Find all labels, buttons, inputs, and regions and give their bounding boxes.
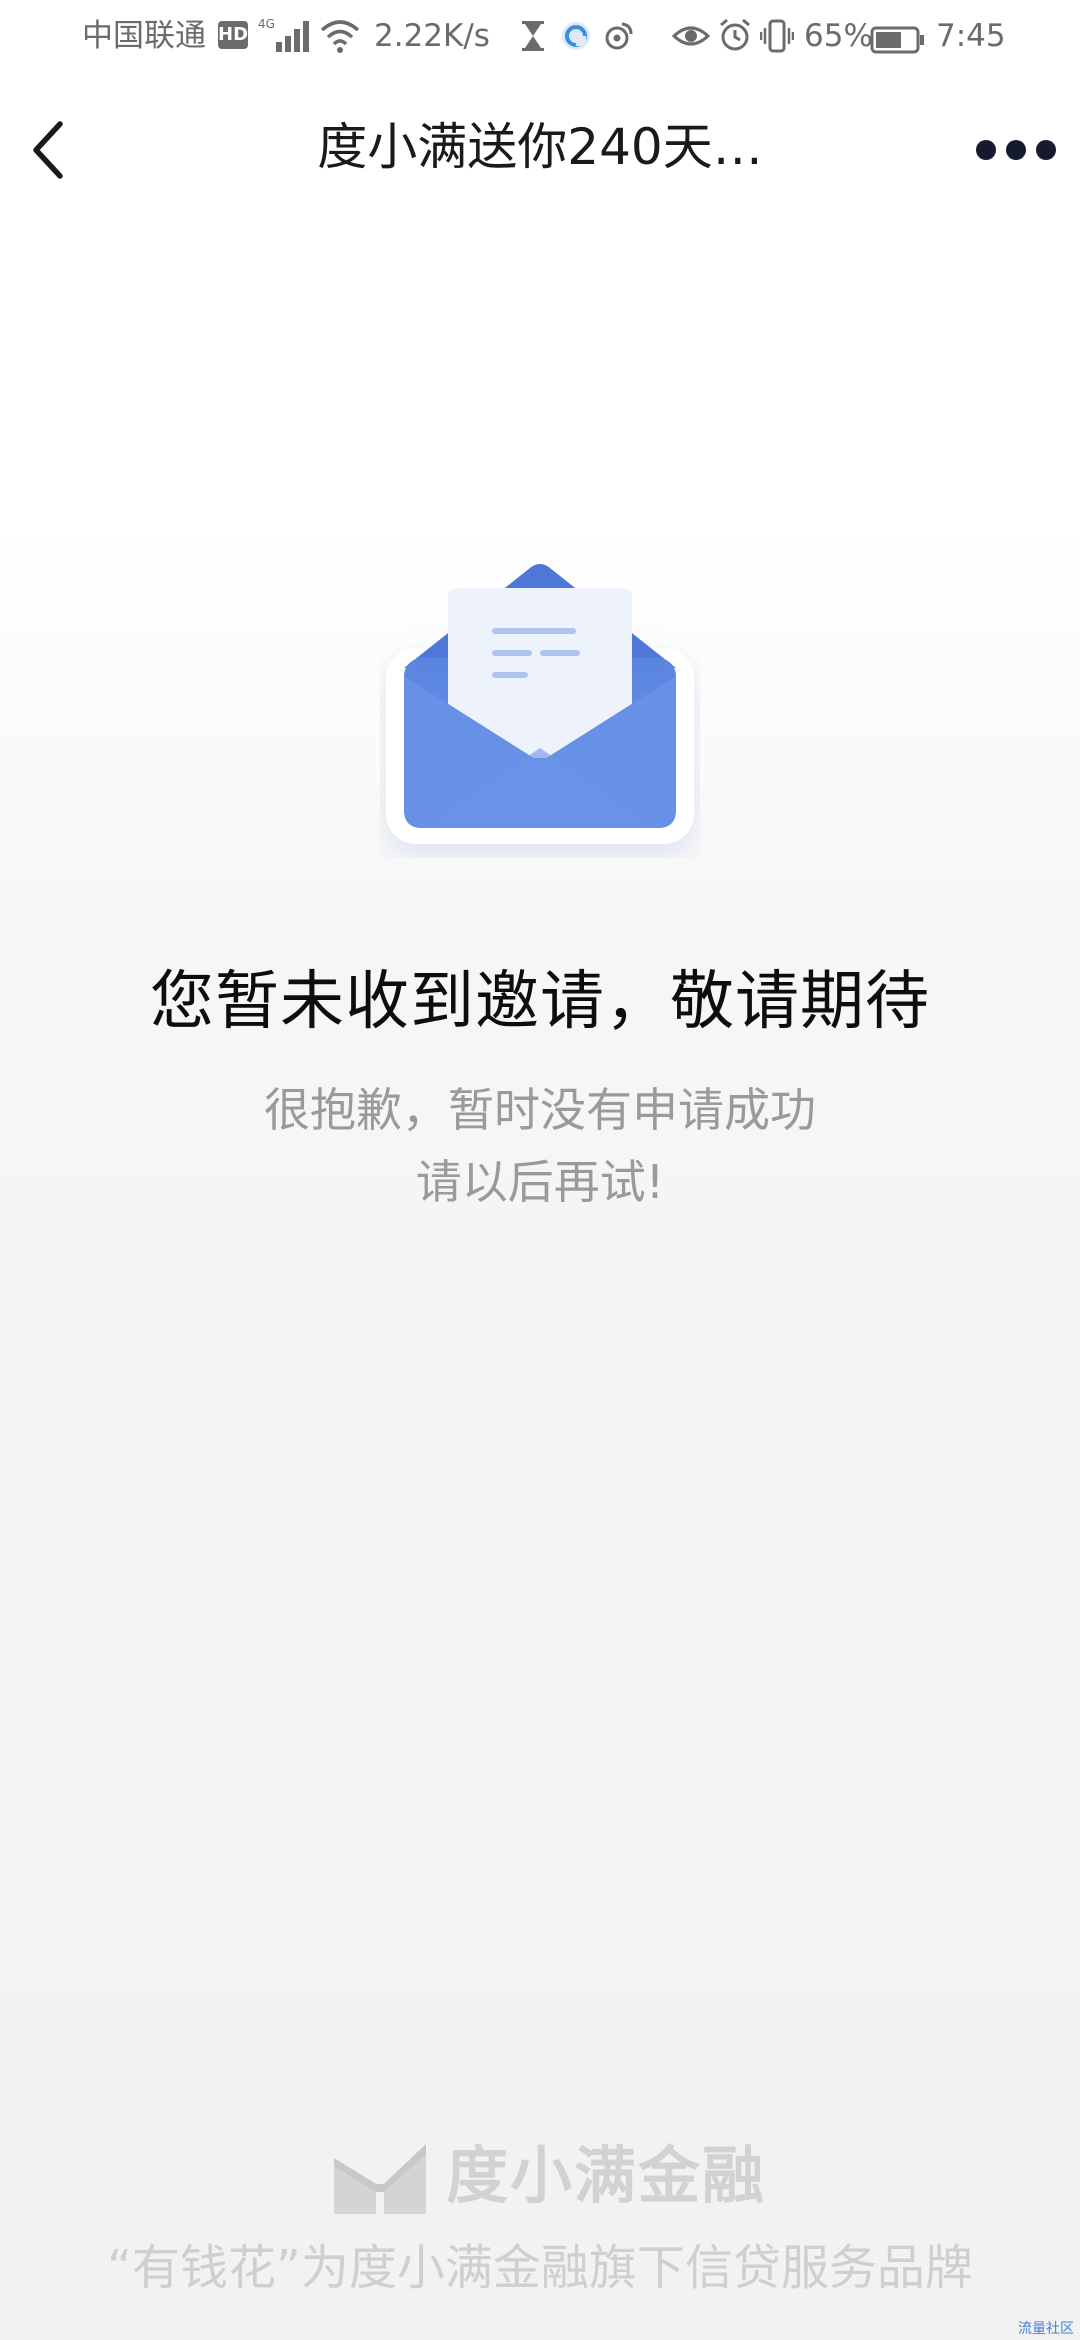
wifi-icon	[320, 18, 360, 54]
more-dot	[1006, 140, 1026, 160]
chevron-left-icon	[33, 121, 63, 179]
brand-logo: 度小满金融	[330, 2136, 766, 2216]
vibrate-icon	[759, 18, 795, 54]
app-notification-icon	[560, 20, 592, 52]
weibo-icon	[602, 20, 634, 52]
signal-icon: 4G	[258, 16, 312, 56]
alarm-icon	[718, 18, 752, 52]
empty-state-subtitle: 很抱歉，暂时没有申请成功	[264, 1083, 816, 1137]
more-button[interactable]	[976, 130, 1056, 170]
corner-watermark: 流量社区	[1018, 2321, 1074, 2337]
battery-icon	[870, 22, 926, 54]
brand-mark-icon	[334, 2144, 426, 2214]
brand-caption: “有钱花”为度小满金融旗下信贷服务品牌	[107, 2240, 973, 2296]
nav-bar: 度小满送你240天…	[0, 72, 1080, 232]
carrier-name: 中国联通	[82, 18, 206, 54]
back-button[interactable]	[22, 118, 74, 182]
battery-percent: 65%	[804, 18, 873, 54]
svg-text:4G: 4G	[258, 17, 275, 31]
hd-icon: HD	[218, 21, 248, 49]
network-speed: 2.22K/s	[374, 18, 490, 54]
status-bar: 中国联通 HD 4G 2.22K/s 65% 7:45	[0, 0, 1080, 72]
brand-name: 度小满金融	[446, 2139, 767, 2212]
envelope-icon	[380, 548, 700, 858]
more-dots-icon	[976, 140, 996, 160]
empty-state-title: 您暂未收到邀请，敬请期待	[150, 965, 930, 1039]
eye-icon	[671, 20, 711, 52]
empty-state-retry-hint: 请以后再试!	[415, 1155, 665, 1209]
more-dot	[1036, 140, 1056, 160]
clock-time: 7:45	[936, 18, 1006, 54]
page-title: 度小满送你240天…	[317, 118, 763, 176]
hourglass-icon	[520, 20, 546, 52]
